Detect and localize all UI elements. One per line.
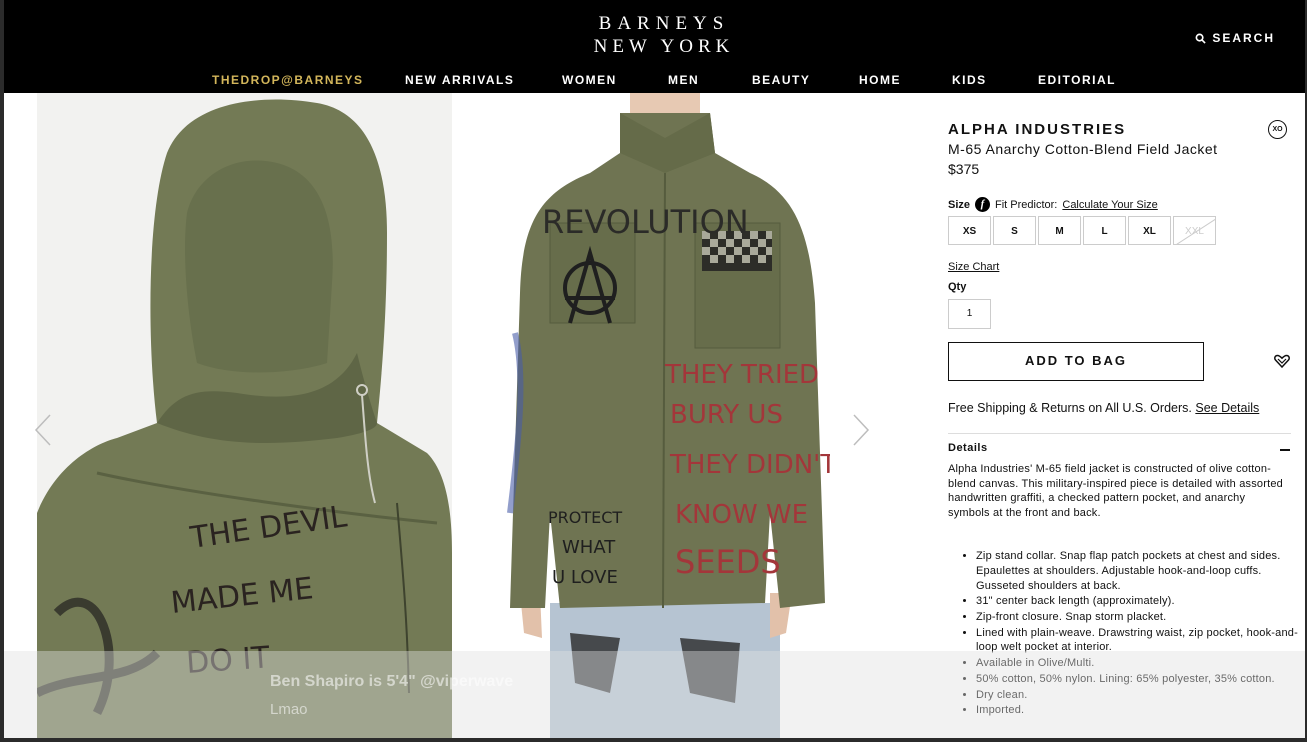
size-option-s[interactable]: S [993, 216, 1036, 245]
graffiti-they-didnt: THEY DIDN'T [669, 450, 830, 480]
gallery-next-button[interactable] [848, 413, 872, 447]
graffiti-they-tried: THEY TRIED [664, 360, 819, 390]
chevron-left-icon [34, 414, 51, 446]
details-heading[interactable]: Details [948, 442, 988, 454]
shipping-text: Free Shipping & Returns on All U.S. Orde… [948, 401, 1192, 415]
size-option-l[interactable]: L [1083, 216, 1126, 245]
overlay-caption: Ben Shapiro is 5'4" @viperwave Lmao [4, 651, 1305, 738]
calculate-size-link[interactable]: Calculate Your Size [1062, 199, 1157, 211]
product-brand[interactable]: ALPHA INDUSTRIES [948, 121, 1126, 138]
graffiti-revolution: REVOLUTION [542, 203, 749, 241]
nav-home[interactable]: HOME [859, 73, 901, 87]
xo-badge-icon[interactable]: XO [1268, 120, 1287, 139]
overlay-line1: Ben Shapiro is 5'4" @viperwave [270, 673, 514, 690]
graffiti-protect: PROTECT [548, 508, 622, 527]
fit-predictor-label: Fit Predictor: [995, 198, 1058, 211]
size-row: Size f Fit Predictor: Calculate Your Siz… [948, 197, 1158, 212]
wishlist-heart-icon[interactable] [1274, 354, 1290, 368]
size-label: Size [948, 198, 971, 211]
nav-editorial[interactable]: EDITORIAL [1038, 73, 1116, 87]
overlay-line2: Lmao [270, 701, 308, 718]
size-option-xs[interactable]: XS [948, 216, 991, 245]
search-button[interactable]: SEARCH [1195, 31, 1275, 45]
search-icon [1195, 33, 1206, 44]
graffiti-bury-us: BURY US [670, 400, 783, 430]
site-header: BARNEYS NEW YORK SEARCH THEDROP@BARNEYS … [4, 0, 1305, 93]
product-description: Alpha Industries' M-65 field jacket is c… [948, 463, 1283, 519]
list-item: 31" center back length (approximately). [976, 594, 1301, 609]
nav-women[interactable]: WOMEN [562, 73, 617, 87]
graffiti-seeds: SEEDS [675, 543, 781, 581]
search-label: SEARCH [1212, 31, 1275, 45]
graffiti-know-we: KNOW WE [675, 500, 808, 530]
size-option-xl[interactable]: XL [1128, 216, 1171, 245]
add-to-bag-button[interactable]: ADD TO BAG [948, 342, 1204, 381]
list-item: Zip-front closure. Snap storm placket. [976, 610, 1301, 625]
nav-men[interactable]: MEN [668, 73, 699, 87]
graffiti-u-love: U LOVE [552, 567, 618, 588]
nav-kids[interactable]: KIDS [952, 73, 987, 87]
shipping-info: Free Shipping & Returns on All U.S. Orde… [948, 401, 1259, 415]
fit-predictor-icon: f [975, 197, 991, 212]
graffiti-what: WHAT [562, 537, 616, 558]
product-image-front[interactable]: REVOLUTION THEY TRIED BURY US THEY DIDN'… [480, 93, 830, 738]
product-price: $375 [948, 161, 980, 177]
nav-new-arrivals[interactable]: NEW ARRIVALS [405, 73, 514, 87]
main-nav: THEDROP@BARNEYS NEW ARRIVALS WOMEN MEN B… [4, 73, 1305, 89]
product-info: ALPHA INDUSTRIES XO M-65 Anarchy Cotton-… [948, 93, 1298, 738]
chevron-right-icon [853, 414, 870, 446]
divider [948, 433, 1291, 434]
size-option-xxl-unavailable: XXL [1173, 216, 1216, 245]
see-details-link[interactable]: See Details [1195, 401, 1259, 415]
gallery-prev-button[interactable] [32, 413, 56, 447]
page: BARNEYS NEW YORK SEARCH THEDROP@BARNEYS … [4, 0, 1305, 738]
list-item: Zip stand collar. Snap flap patch pocket… [976, 549, 1301, 593]
size-chart-link[interactable]: Size Chart [948, 261, 999, 273]
product-name: M-65 Anarchy Cotton-Blend Field Jacket [948, 141, 1218, 157]
size-selector: XS S M L XL XXL [948, 216, 1218, 245]
qty-input[interactable]: 1 [948, 299, 991, 329]
product-image-back[interactable]: THE DEVIL MADE ME DO IT [37, 93, 452, 738]
nav-thedrop[interactable]: THEDROP@BARNEYS [212, 73, 364, 87]
collapse-minus-icon[interactable] [1280, 449, 1290, 451]
nav-beauty[interactable]: BEAUTY [752, 73, 810, 87]
product-gallery: THE DEVIL MADE ME DO IT REVOLUTION THEY … [4, 93, 904, 738]
logo-line2: NEW YORK [593, 36, 735, 57]
size-option-m[interactable]: M [1038, 216, 1081, 245]
logo-line1: BARNEYS [598, 13, 730, 34]
barneys-logo[interactable]: BARNEYS NEW YORK [574, 12, 754, 58]
qty-label: Qty [948, 281, 967, 293]
